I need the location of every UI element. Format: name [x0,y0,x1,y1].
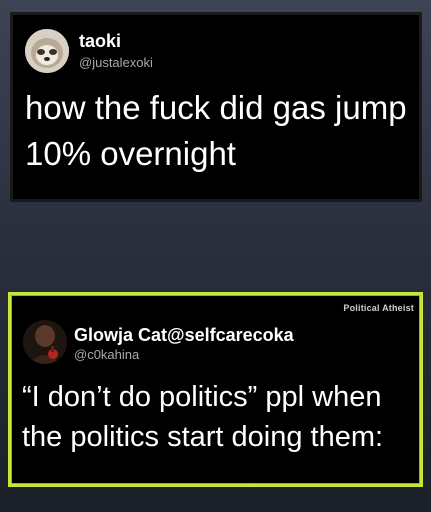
avatar-sloth-icon [25,29,69,73]
tweet-text: how the fuck did gas jump 10% overnight [25,89,407,172]
watermark: Political Atheist [343,303,414,313]
display-name-text: Glowja Cat [74,325,168,345]
display-name-handle: @selfcarecoka [167,325,294,345]
avatar[interactable] [23,320,67,364]
avatar-person-icon [23,320,67,364]
tweet-card-top: taoki @justalexoki how the fuck did gas … [10,12,422,202]
tweet-card-bottom: Political Atheist Glowja Cat@selfcarecok… [8,292,423,487]
display-name[interactable]: Glowja Cat@selfcarecoka [74,325,294,346]
username-handle[interactable]: @c0kahina [74,347,139,362]
tweet-text: “I don’t do politics” ppl when the polit… [22,381,384,454]
display-name[interactable]: taoki [79,31,121,52]
avatar[interactable] [25,29,69,73]
username-handle[interactable]: @justalexoki [79,55,153,70]
